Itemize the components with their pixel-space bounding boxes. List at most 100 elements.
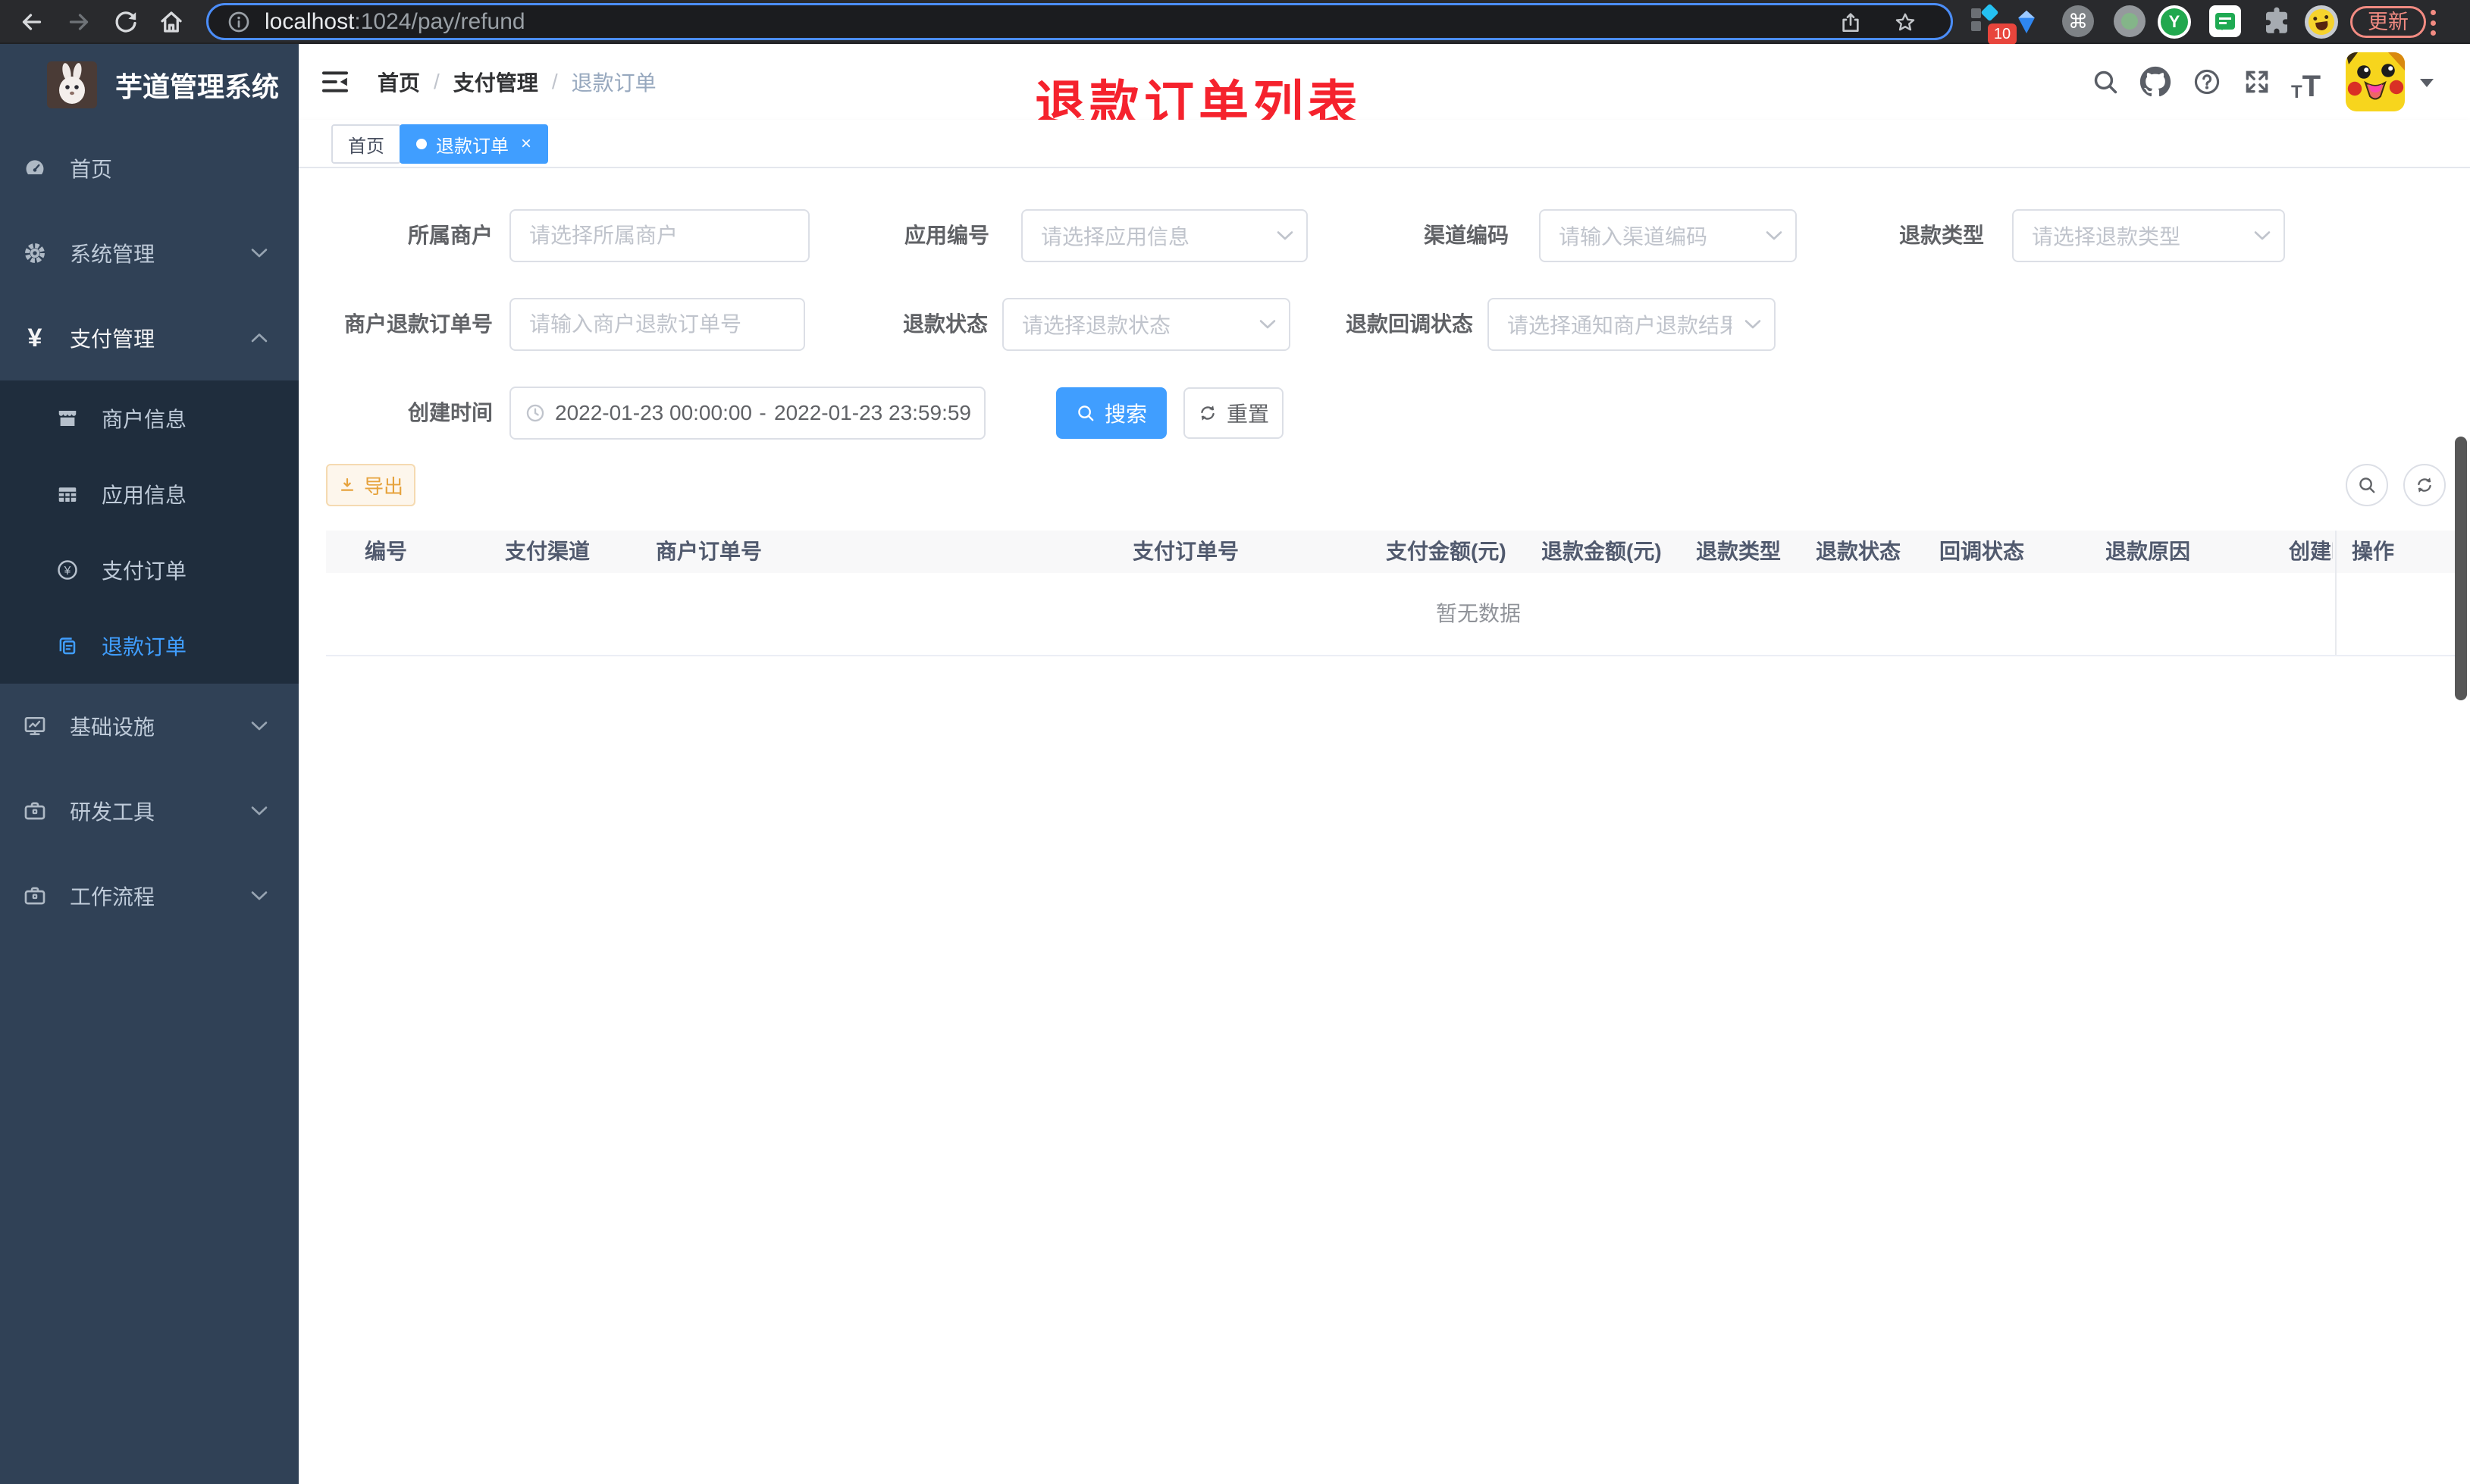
github-icon[interactable] [2139,66,2171,98]
search-icon [2357,475,2377,495]
column-header-create-time: 创建时间 [2289,540,2333,563]
create-time-range-picker[interactable]: 2022-01-23 00:00:00 - 2022-01-23 23:59:5… [509,387,986,440]
share-icon[interactable] [1838,11,1863,35]
yen-circle-icon: ¥ [56,559,79,581]
column-header-refund-reason: 退款原因 [2105,540,2191,563]
merchant-refund-no-input[interactable] [509,298,805,351]
sidebar-item-label: 支付订单 [102,559,187,583]
clock-icon [525,402,546,424]
reset-button[interactable]: 重置 [1183,387,1284,439]
download-icon [338,476,356,494]
page: localhost :1024/pay/refund 10 ⌘ Y 更新 芋道管… [0,0,2470,1484]
column-header-actions: 操作 [2352,540,2395,563]
merchant-input-field[interactable] [511,211,808,261]
sidebar-item-system[interactable]: 系统管理 [0,211,299,296]
sidebar-logo[interactable]: 芋道管理系统 [0,44,299,126]
filter-label-refund-type: 退款类型 [1898,224,1984,247]
sidebar-item-app-info[interactable]: 应用信息 [0,456,299,532]
avatar[interactable] [2346,52,2405,111]
filter-label-refund-status: 退款状态 [902,312,988,336]
copy-document-icon [56,634,79,657]
browser-update-button[interactable]: 更新 [2350,6,2426,38]
help-icon[interactable] [2193,67,2221,96]
browser-forward-icon[interactable] [65,8,92,36]
notify-status-select[interactable]: 请选择通知商户退款结果 [1487,298,1776,351]
breadcrumb-payment[interactable]: 支付管理 [453,67,538,97]
column-header-id: 编号 [365,540,408,563]
briefcase-icon [23,884,47,908]
refresh-table-button[interactable] [2403,464,2446,506]
search-icon[interactable] [2091,67,2120,96]
sidebar: 芋道管理系统 首页 系统管理 ¥ 支付管理 商户信息 应用信息 ¥ 支付订单 退… [0,44,299,1484]
extension-chat-icon[interactable] [2209,5,2241,37]
extension-dot-icon[interactable] [2114,5,2146,37]
scrollbar[interactable] [2455,437,2467,700]
tab-label: 首页 [348,136,384,157]
search-icon [1076,403,1096,423]
extensions-puzzle-icon[interactable] [2261,5,2293,37]
tab-refund-order[interactable]: 退款订单 × [400,124,549,164]
tab-label: 退款订单 [436,136,509,157]
diamond-icon [1980,3,1999,22]
browser-menu-icon[interactable] [2431,10,2437,36]
filter-label-merchant-refund-no: 商户退款订单号 [343,312,493,336]
sidebar-item-home[interactable]: 首页 [0,126,299,211]
extension-emoji-icon[interactable] [2305,5,2338,39]
sidebar-item-label: 工作流程 [70,885,155,909]
sidebar-item-dev-tools[interactable]: 研发工具 [0,769,299,853]
avatar-caret-icon[interactable] [2420,79,2434,94]
toggle-search-button[interactable] [2346,464,2388,506]
bookmark-star-icon[interactable] [1893,11,1917,35]
export-button[interactable]: 导出 [326,464,415,506]
breadcrumb-home[interactable]: 首页 [378,67,420,97]
browser-back-icon[interactable] [18,8,45,36]
sidebar-item-refund-order[interactable]: 退款订单 [0,608,299,684]
navbar: 首页 / 支付管理 / 退款订单 退款订单列表 TT [299,44,2470,132]
extension-command-icon[interactable]: ⌘ [2062,5,2094,37]
column-header-refund-type: 退款类型 [1696,540,1782,563]
sidebar-item-label: 研发工具 [70,800,155,824]
merchant-input[interactable] [509,209,810,262]
sidebar-item-workflow[interactable]: 工作流程 [0,853,299,938]
app-select[interactable]: 请选择应用信息 [1021,209,1308,262]
chevron-down-icon [250,721,268,731]
column-header-refund-amount: 退款金额(元) [1541,540,1662,563]
grid-icon [56,483,79,506]
refund-status-select[interactable]: 请选择退款状态 [1002,298,1290,351]
extension-blocks-icon[interactable]: 10 [1970,3,2017,45]
url-bar[interactable]: localhost :1024/pay/refund [206,3,1953,40]
sidebar-item-payment[interactable]: ¥ 支付管理 [0,296,299,380]
sidebar-item-infra[interactable]: 基础设施 [0,684,299,769]
refresh-icon [2415,475,2434,495]
sidebar-item-label: 商户信息 [102,408,187,431]
chat-bubble-icon [2215,13,2235,30]
sidebar-item-merchant-info[interactable]: 商户信息 [0,380,299,456]
extension-y-icon[interactable]: Y [2158,5,2191,39]
tab-home[interactable]: 首页 [331,124,401,164]
active-dot-icon [416,139,427,149]
search-button[interactable]: 搜索 [1056,387,1167,439]
browser-home-icon[interactable] [158,8,185,36]
extension-gem-icon[interactable] [2011,5,2044,39]
filter-label-channel: 渠道编码 [1423,224,1509,247]
emoji-face-icon [2306,7,2337,37]
date-start-value: 2022-01-23 00:00:00 [555,401,751,424]
chevron-down-icon [1744,318,1762,331]
sidebar-item-label: 首页 [70,158,113,181]
font-size-icon[interactable]: TT [2291,62,2334,102]
block-square-icon [1971,8,1981,18]
browser-reload-icon[interactable] [112,8,139,36]
channel-select[interactable]: 请输入渠道编码 [1539,209,1797,262]
sidebar-collapse-icon[interactable] [320,67,350,97]
breadcrumb-current: 退款订单 [571,71,657,95]
main-area: 首页 / 支付管理 / 退款订单 退款订单列表 TT 首页 退款订单 × 所属商… [299,44,2470,1484]
breadcrumb-separator: / [551,70,558,93]
refund-type-select[interactable]: 请选择退款类型 [2012,209,2285,262]
tab-close-icon[interactable]: × [521,135,531,153]
breadcrumb-separator: / [434,70,440,93]
sidebar-item-pay-order[interactable]: ¥ 支付订单 [0,532,299,608]
merchant-refund-no-field[interactable] [511,299,804,349]
sidebar-item-label: 基础设施 [70,715,155,739]
site-info-icon[interactable] [227,10,251,34]
fullscreen-icon[interactable] [2243,67,2271,96]
